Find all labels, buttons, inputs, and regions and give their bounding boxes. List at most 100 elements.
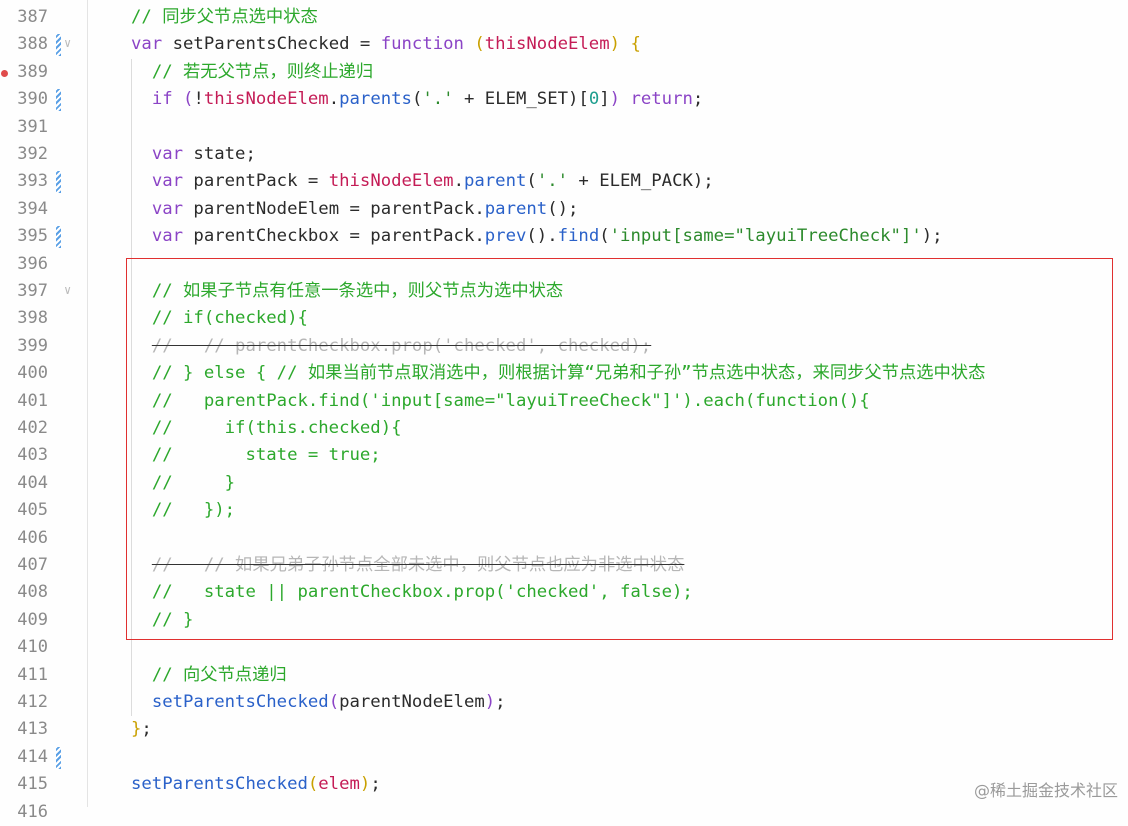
code-line[interactable]: 392 var state; — [0, 141, 1128, 169]
line-number: 403 — [17, 445, 48, 466]
code-line[interactable]: 393 var parentPack = thisNodeElem.parent… — [0, 168, 1128, 196]
line-number: 394 — [17, 198, 48, 219]
code-token: ! — [193, 89, 204, 110]
line-number: 414 — [17, 746, 48, 767]
code-token: ( — [526, 171, 537, 192]
line-number: 393 — [17, 171, 48, 192]
fold-chevron-icon[interactable]: ∨ — [64, 284, 76, 296]
line-number: 399 — [17, 335, 48, 356]
code-token: thisNodeElem — [328, 171, 454, 192]
code-line[interactable]: 389 // 若无父节点，则终止递归 — [0, 58, 1128, 87]
code-line[interactable]: 415 setParentsChecked(elem); — [0, 771, 1128, 798]
code-text: var setParentsChecked = function (thisNo… — [131, 31, 641, 58]
code-line[interactable]: 416 — [0, 799, 1128, 826]
line-number: 400 — [17, 363, 48, 384]
code-token: var — [131, 34, 173, 55]
fold-chevron-icon[interactable]: ∨ — [64, 37, 76, 49]
code-token: parent — [484, 198, 548, 219]
code-token: 0 — [588, 89, 600, 110]
modified-line-marker[interactable] — [56, 171, 61, 194]
code-token: // 向父节点递归 — [151, 664, 287, 685]
code-token: // 若无父节点，则终止递归 — [151, 61, 374, 82]
code-token: prev — [484, 226, 527, 247]
code-text: if (!thisNodeElem.parents('.' + ELEM_SET… — [131, 86, 704, 113]
code-token: var — [151, 226, 184, 247]
code-token: parent — [463, 171, 527, 192]
code-token: parentNodeElem = parentPack. — [183, 198, 485, 219]
code-token: setParentsChecked — [151, 692, 329, 712]
line-number: 408 — [17, 582, 48, 603]
line-number: 390 — [17, 89, 48, 110]
code-text: var parentPack = thisNodeElem.parent('.'… — [131, 168, 714, 195]
code-line[interactable]: 412 setParentsChecked(parentNodeElem); — [0, 689, 1128, 717]
line-number: 411 — [17, 664, 48, 685]
line-number: 410 — [17, 637, 48, 658]
code-text: // 向父节点递归 — [131, 662, 287, 689]
code-token: + ELEM_PACK); — [568, 171, 714, 192]
code-text: var state; — [131, 141, 256, 168]
code-token: '.' — [536, 171, 569, 192]
line-number: 395 — [17, 226, 48, 247]
code-token: ) — [609, 34, 621, 55]
code-line[interactable]: 411 // 向父节点递归 — [0, 661, 1128, 689]
modified-line-marker[interactable] — [56, 34, 61, 57]
code-text: var parentCheckbox = parentPack.prev().f… — [131, 223, 943, 250]
breakpoint-icon[interactable] — [1, 69, 8, 77]
code-token: var — [151, 171, 184, 192]
code-token: + ELEM_SET)[ — [453, 89, 589, 110]
code-token: { — [630, 34, 641, 55]
code-token: return — [630, 89, 693, 110]
code-line[interactable]: 394 var parentNodeElem = parentPack.pare… — [0, 195, 1128, 224]
code-token: parentPack = — [183, 171, 329, 192]
code-line[interactable]: 414 — [0, 744, 1128, 771]
indent-guide — [131, 113, 132, 141]
code-text: setParentsChecked(elem); — [131, 771, 381, 798]
watermark: @稀土掘金技术社区 — [973, 781, 1118, 800]
code-token: elem — [318, 774, 360, 795]
code-text: var parentNodeElem = parentPack.parent()… — [131, 196, 579, 223]
code-token: ; — [692, 89, 704, 110]
code-line[interactable]: 390 if (!thisNodeElem.parents('.' + ELEM… — [0, 86, 1128, 114]
line-number: 404 — [17, 472, 48, 493]
code-editor[interactable]: 387 // 同步父节点选中状态 388 ∨ var setParentsChecked… — [0, 0, 1128, 822]
code-token: thisNodeElem — [484, 34, 610, 55]
line-number: 396 — [17, 253, 48, 274]
code-line[interactable]: 395 var parentCheckbox = parentPack.prev… — [0, 223, 1128, 251]
code-token: (); — [547, 198, 579, 219]
modified-line-marker[interactable] — [56, 89, 61, 112]
code-token: ; — [495, 692, 506, 712]
modified-line-marker[interactable] — [56, 226, 61, 249]
code-line[interactable]: 387 // 同步父节点选中状态 — [0, 4, 1128, 31]
code-token: find — [557, 226, 600, 247]
code-token: var — [151, 144, 184, 164]
line-number: 401 — [17, 390, 48, 411]
code-token: ) — [359, 774, 371, 795]
code-token: . — [453, 171, 464, 192]
code-token: ) — [484, 692, 496, 712]
code-token: } — [131, 719, 142, 740]
code-line[interactable]: 391 — [0, 113, 1128, 141]
code-token: 'input[same="layuiTreeCheck"]' — [609, 226, 922, 247]
line-number: 409 — [17, 609, 48, 630]
code-text: setParentsChecked(parentNodeElem); — [131, 689, 506, 716]
line-number: 392 — [17, 144, 48, 164]
code-token: '.' — [422, 89, 454, 110]
code-token: parentNodeElem — [339, 692, 485, 712]
code-line[interactable]: 388 ∨ var setParentsChecked = function (th… — [0, 31, 1128, 58]
code-line[interactable]: 413}; — [0, 716, 1128, 743]
code-token: ; — [370, 774, 381, 795]
code-token: ) — [609, 89, 621, 110]
code-text: // 同步父节点选中状态 — [131, 4, 318, 31]
line-number: 416 — [17, 801, 48, 822]
code-token: ( — [183, 89, 194, 110]
modified-line-marker[interactable] — [56, 746, 61, 769]
line-number: 412 — [17, 692, 48, 712]
code-token: setParentsChecked = — [172, 34, 381, 55]
